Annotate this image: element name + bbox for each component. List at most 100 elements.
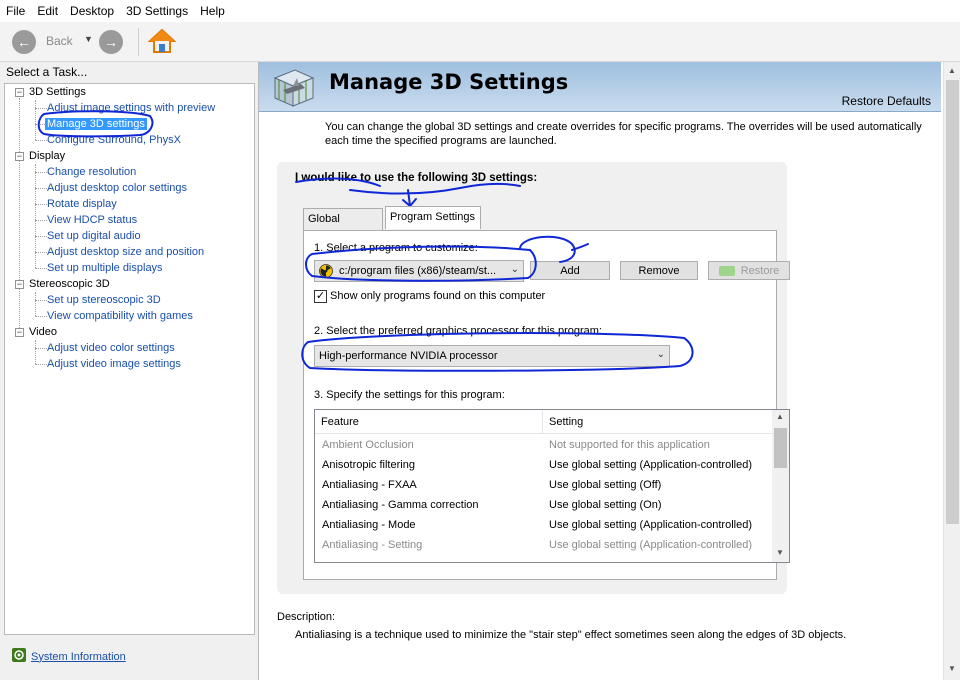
scroll-up-icon[interactable]: ▲ [948, 66, 956, 75]
selected-task-label[interactable]: Manage 3D settings [45, 118, 147, 130]
feature-cell: Antialiasing - FXAA [322, 479, 417, 491]
step1-label: 1. Select a program to customize: [314, 242, 478, 254]
task-tree: − 3D Settings Adjust image settings with… [4, 83, 255, 635]
collapse-icon[interactable]: − [15, 152, 24, 161]
tree-category-3d-settings[interactable]: 3D Settings [29, 84, 86, 100]
task-desktop-size[interactable]: Adjust desktop size and position [47, 244, 204, 260]
table-row[interactable]: Ambient Occlusion Not supported for this… [315, 435, 773, 455]
feature-cell: Antialiasing - Mode [322, 519, 416, 531]
step3-label: 3. Specify the settings for this program… [314, 389, 505, 401]
step2-label: 2. Select the preferred graphics process… [314, 325, 602, 337]
table-row[interactable]: Antialiasing - Mode Use global setting (… [315, 515, 773, 535]
tab-program-settings[interactable]: Program Settings [385, 206, 481, 229]
program-value: c:/program files (x86)/steam/st... [339, 265, 497, 277]
collapse-icon[interactable]: − [15, 328, 24, 337]
table-row[interactable]: Antialiasing - Setting Use global settin… [315, 535, 773, 555]
description-label: Description: [277, 611, 336, 623]
tree-category-stereoscopic[interactable]: Stereoscopic 3D [29, 276, 110, 292]
restore-button[interactable]: Restore [708, 261, 790, 280]
tree-category-display[interactable]: Display [29, 148, 65, 164]
scroll-up-icon[interactable]: ▲ [776, 412, 784, 421]
task-video-color[interactable]: Adjust video color settings [47, 340, 175, 356]
nvidia-info-icon [12, 648, 26, 665]
3d-settings-icon [271, 66, 317, 111]
system-information-link[interactable]: System Information [31, 651, 126, 663]
chevron-down-icon[interactable]: ⌄ [511, 264, 519, 275]
select-task-label: Select a Task... [6, 65, 88, 79]
back-arrow-icon[interactable]: ← [12, 30, 36, 54]
forward-arrow-icon[interactable]: → [99, 30, 123, 54]
menu-help[interactable]: Help [194, 0, 231, 22]
feature-cell: Antialiasing - Setting [322, 539, 423, 551]
scroll-down-icon[interactable]: ▼ [776, 548, 784, 557]
task-change-resolution[interactable]: Change resolution [47, 164, 136, 180]
nvidia-logo-icon [718, 265, 735, 276]
feature-cell: Ambient Occlusion [322, 439, 414, 451]
table-row[interactable]: Antialiasing - Gamma correction Use glob… [315, 495, 773, 515]
menu-bar: File Edit Desktop 3D Settings Help [0, 0, 960, 22]
task-view-compatibility[interactable]: View compatibility with games [47, 308, 193, 324]
scroll-thumb[interactable] [774, 428, 787, 468]
dropdown-arrow-icon[interactable]: ▼ [84, 34, 93, 44]
task-manage-3d-settings[interactable]: Manage 3D settings [45, 116, 147, 132]
task-multiple-displays[interactable]: Set up multiple displays [47, 260, 163, 276]
gpu-select[interactable]: High-performance NVIDIA processor ⌄ [314, 345, 670, 367]
feature-cell: Antialiasing - Gamma correction [322, 499, 479, 511]
task-adjust-image-settings[interactable]: Adjust image settings with preview [47, 100, 215, 116]
toolbar-separator [138, 28, 139, 56]
home-icon[interactable] [147, 27, 177, 58]
task-digital-audio[interactable]: Set up digital audio [47, 228, 141, 244]
program-settings-page: 1. Select a program to customize: c:/pro… [303, 230, 790, 580]
scroll-down-icon[interactable]: ▼ [948, 664, 956, 673]
remove-button[interactable]: Remove [620, 261, 698, 280]
page-title: Manage 3D Settings [329, 70, 569, 94]
table-row[interactable]: Antialiasing - FXAA Use global setting (… [315, 475, 773, 495]
restore-button-label: Restore [740, 264, 780, 277]
setting-cell: Use global setting (Application-controll… [549, 539, 752, 551]
grid-scrollbar[interactable]: ▲ ▼ [772, 410, 789, 562]
task-setup-stereoscopic[interactable]: Set up stereoscopic 3D [47, 292, 161, 308]
task-adjust-desktop-color[interactable]: Adjust desktop color settings [47, 180, 187, 196]
page-scrollbar[interactable]: ▲ ▼ [943, 62, 960, 680]
show-only-label[interactable]: Show only programs found on this compute… [330, 290, 545, 302]
tab-global-settings[interactable]: Global Settings [303, 208, 383, 245]
toolbar: ← Back ▼ → [0, 22, 960, 62]
system-information-link-row[interactable]: System Information [12, 648, 126, 665]
setting-cell: Use global setting (Application-controll… [549, 519, 752, 531]
chevron-down-icon[interactable]: ⌄ [657, 349, 665, 360]
menu-3d-settings[interactable]: 3D Settings [120, 0, 194, 22]
feature-cell: Anisotropic filtering [322, 459, 415, 471]
column-header-setting[interactable]: Setting [543, 410, 773, 434]
column-header-feature[interactable]: Feature [315, 410, 543, 434]
show-only-checkbox[interactable]: ✓ [314, 290, 327, 303]
setting-cell: Not supported for this application [549, 439, 710, 451]
menu-file[interactable]: File [0, 0, 31, 22]
setting-cell: Use global setting (Application-controll… [549, 459, 752, 471]
header-band: Manage 3D Settings Restore Defaults [259, 62, 941, 112]
add-button[interactable]: Add [530, 261, 610, 280]
settings-heading: I would like to use the following 3D set… [295, 172, 538, 184]
setting-cell: Use global setting (On) [549, 499, 662, 511]
gpu-value: High-performance NVIDIA processor [319, 350, 498, 362]
menu-desktop[interactable]: Desktop [64, 0, 120, 22]
program-icon [319, 264, 333, 278]
task-view-hdcp[interactable]: View HDCP status [47, 212, 137, 228]
grid-header: Feature Setting [315, 410, 773, 434]
back-button-label[interactable]: Back [46, 34, 73, 48]
task-video-image[interactable]: Adjust video image settings [47, 356, 181, 372]
program-select[interactable]: c:/program files (x86)/steam/st... ⌄ [314, 260, 524, 282]
description-text: Antialiasing is a technique used to mini… [295, 629, 847, 641]
collapse-icon[interactable]: − [15, 280, 24, 289]
collapse-icon[interactable]: − [15, 88, 24, 97]
restore-defaults-link[interactable]: Restore Defaults [842, 94, 931, 108]
menu-edit[interactable]: Edit [31, 0, 64, 22]
settings-grid: Feature Setting Ambient Occlusion Not su… [314, 409, 790, 563]
tree-category-video[interactable]: Video [29, 324, 57, 340]
task-configure-surround[interactable]: Configure Surround, PhysX [47, 132, 181, 148]
setting-cell: Use global setting (Off) [549, 479, 662, 491]
table-row[interactable]: Anisotropic filtering Use global setting… [315, 455, 773, 475]
intro-text: You can change the global 3D settings an… [325, 121, 922, 147]
page-scroll-thumb[interactable] [946, 80, 959, 524]
task-rotate-display[interactable]: Rotate display [47, 196, 117, 212]
settings-panel: I would like to use the following 3D set… [277, 162, 790, 594]
